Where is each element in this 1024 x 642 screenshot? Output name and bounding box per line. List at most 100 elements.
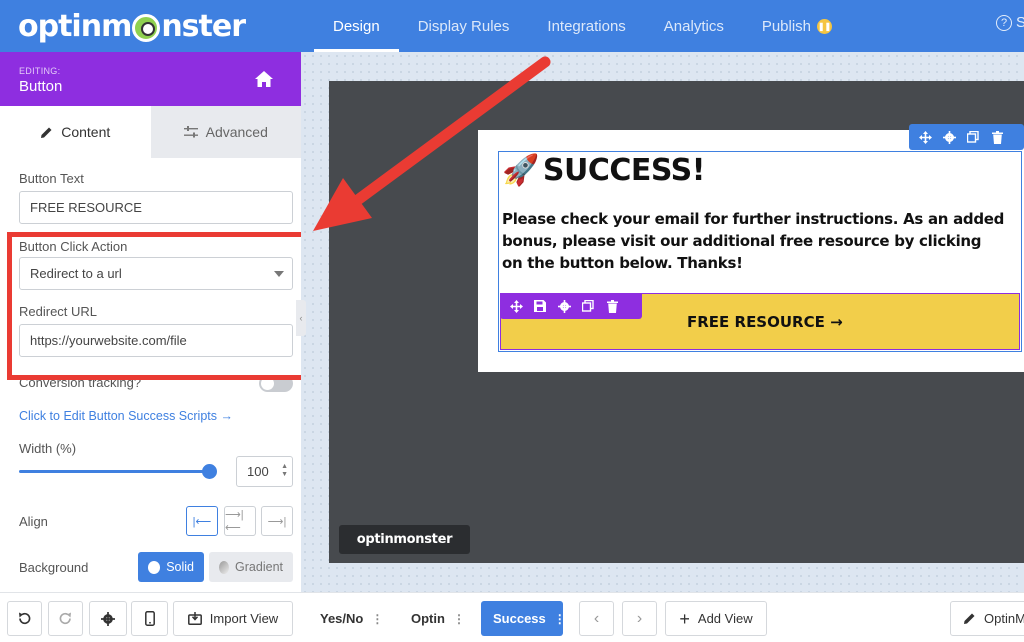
click-action-value: Redirect to a url bbox=[30, 266, 122, 281]
bottom-bar: Import View Yes/No ⋮ Optin ⋮ Success ⋮ ‹… bbox=[0, 592, 1024, 642]
stepper-arrows-icon[interactable]: ▲ ▼ bbox=[281, 463, 288, 479]
previous-view-button[interactable]: ‹ bbox=[579, 601, 614, 636]
cta-label: FREE RESOURCE → bbox=[687, 313, 843, 331]
duplicate-icon[interactable] bbox=[581, 299, 595, 313]
import-view-button[interactable]: Import View bbox=[173, 601, 293, 636]
logo-text-right: nster bbox=[161, 8, 246, 44]
next-view-button[interactable]: › bbox=[622, 601, 657, 636]
button-toolbar bbox=[500, 293, 642, 319]
sliders-icon bbox=[183, 126, 198, 138]
chevron-down-icon bbox=[274, 271, 284, 277]
duplicate-icon[interactable] bbox=[966, 130, 980, 144]
align-center-icon: ⟶|⟵ bbox=[225, 509, 244, 534]
width-label: Width (%) bbox=[19, 441, 77, 456]
trash-icon[interactable] bbox=[605, 299, 619, 313]
tab-analytics[interactable]: Analytics bbox=[645, 0, 743, 52]
optinmonster-menu-button[interactable]: OptinM bbox=[950, 601, 1024, 636]
mobile-icon bbox=[144, 611, 155, 626]
view-tab-success[interactable]: Success ⋮ bbox=[481, 601, 566, 636]
plus-icon: + bbox=[679, 608, 690, 629]
pencil-icon bbox=[964, 613, 975, 624]
view-tab-yes-no[interactable]: Yes/No ⋮ bbox=[308, 601, 395, 636]
button-text-value: FREE RESOURCE bbox=[30, 200, 142, 215]
solid-circle-icon bbox=[148, 560, 161, 574]
width-slider-handle[interactable] bbox=[202, 464, 217, 479]
click-action-select[interactable]: Redirect to a url bbox=[19, 257, 293, 290]
undo-icon bbox=[19, 612, 31, 625]
tab-publish-label: Publish bbox=[761, 17, 812, 35]
view-yes-no-label: Yes/No bbox=[320, 611, 364, 626]
headline-text: SUCCESS! bbox=[542, 152, 706, 188]
tab-advanced[interactable]: Advanced bbox=[150, 106, 301, 158]
kebab-icon[interactable]: ⋮ bbox=[554, 613, 566, 625]
kebab-icon[interactable]: ⋮ bbox=[453, 613, 465, 625]
move-icon[interactable] bbox=[509, 299, 523, 313]
gear-icon[interactable] bbox=[942, 130, 956, 144]
pencil-icon bbox=[41, 127, 52, 138]
background-gradient-button[interactable]: Gradient bbox=[209, 552, 293, 582]
home-icon[interactable] bbox=[254, 69, 274, 89]
add-view-button[interactable]: + Add View bbox=[665, 601, 767, 636]
redirect-url-input[interactable]: https://yourwebsite.com/file bbox=[19, 324, 293, 357]
background-gradient-label: Gradient bbox=[235, 560, 283, 574]
rocket-icon: 🚀 bbox=[502, 152, 539, 188]
tab-publish[interactable]: Publish ❚❚ bbox=[743, 0, 851, 52]
conversion-tracking-label: Conversion tracking? bbox=[19, 375, 142, 390]
trash-icon[interactable] bbox=[990, 130, 1004, 144]
tab-design[interactable]: Design bbox=[314, 0, 399, 52]
settings-button[interactable] bbox=[89, 601, 127, 636]
question-icon: ? bbox=[996, 14, 1012, 31]
align-left-icon: |⟵ bbox=[192, 515, 212, 528]
tab-advanced-label: Advanced bbox=[205, 124, 268, 140]
editing-title: Button bbox=[19, 78, 63, 95]
move-icon[interactable] bbox=[918, 130, 932, 144]
main-nav: Design Display Rules Integrations Analyt… bbox=[314, 0, 851, 52]
success-body-text[interactable]: Please check your email for further inst… bbox=[502, 208, 1006, 274]
background-solid-button[interactable]: Solid bbox=[138, 552, 204, 582]
tab-display-rules[interactable]: Display Rules bbox=[399, 0, 529, 52]
logo-text-left: optinm bbox=[18, 8, 132, 44]
optinmonster-logo[interactable]: optinm nster bbox=[18, 6, 246, 46]
undo-button[interactable] bbox=[7, 601, 42, 636]
gear-icon[interactable] bbox=[557, 299, 571, 313]
add-view-label: Add View bbox=[697, 611, 753, 626]
collapse-sidebar-handle[interactable]: ‹ bbox=[296, 300, 306, 336]
tab-content[interactable]: Content bbox=[0, 106, 151, 158]
width-slider-track[interactable] bbox=[19, 470, 212, 473]
tab-content-label: Content bbox=[61, 124, 111, 140]
block-toolbar bbox=[909, 124, 1024, 150]
background-label: Background bbox=[19, 560, 89, 575]
mobile-preview-button[interactable] bbox=[131, 601, 168, 636]
button-text-input[interactable]: FREE RESOURCE bbox=[19, 191, 293, 224]
redirect-url-label: Redirect URL bbox=[19, 304, 98, 319]
conversion-tracking-toggle[interactable] bbox=[259, 375, 293, 392]
align-right-button[interactable]: ⟶| bbox=[261, 506, 293, 536]
button-text-label: Button Text bbox=[19, 171, 84, 186]
editing-header: EDITING: Button bbox=[0, 52, 301, 106]
view-optin-label: Optin bbox=[411, 611, 445, 626]
help-button[interactable]: ? S bbox=[996, 14, 1024, 31]
view-success-label: Success bbox=[493, 611, 546, 626]
optin-menu-label: OptinM bbox=[984, 611, 1024, 626]
top-bar: optinm nster Design Display Rules Integr… bbox=[0, 0, 1024, 52]
chevron-right-icon: › bbox=[636, 609, 643, 627]
import-icon bbox=[187, 612, 202, 625]
view-tab-optin[interactable]: Optin ⋮ bbox=[399, 601, 477, 636]
tab-analytics-label: Analytics bbox=[663, 17, 724, 35]
align-left-button[interactable]: |⟵ bbox=[186, 506, 218, 536]
tab-integrations[interactable]: Integrations bbox=[528, 0, 644, 52]
success-headline[interactable]: 🚀 SUCCESS! bbox=[502, 151, 705, 189]
width-number-input[interactable]: 100 ▲ ▼ bbox=[236, 456, 293, 487]
success-scripts-link[interactable]: Click to Edit Button Success Scripts → bbox=[19, 409, 233, 423]
canvas-brand-logo: optinmonster bbox=[339, 525, 470, 554]
chevron-left-icon: ‹ bbox=[299, 313, 303, 323]
align-right-icon: ⟶| bbox=[267, 515, 287, 528]
tab-display-rules-label: Display Rules bbox=[417, 17, 510, 35]
help-label: S bbox=[1016, 14, 1024, 31]
kebab-icon[interactable]: ⋮ bbox=[371, 613, 383, 625]
redo-button[interactable] bbox=[48, 601, 83, 636]
width-value: 100 bbox=[247, 464, 269, 479]
tab-design-label: Design bbox=[333, 17, 380, 35]
save-icon[interactable] bbox=[533, 299, 547, 313]
align-center-button[interactable]: ⟶|⟵ bbox=[224, 506, 256, 536]
